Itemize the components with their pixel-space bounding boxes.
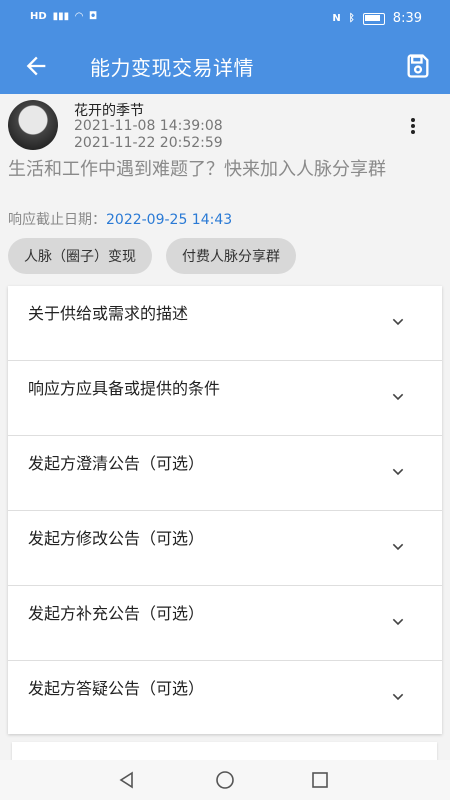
app-icon: ◘ [88, 11, 98, 22]
section-item[interactable]: 关于供给或需求的描述 [8, 286, 442, 361]
section-label: 发起方补充公告（可选） [28, 604, 205, 623]
avatar[interactable] [8, 100, 58, 150]
section-label: 发起方答疑公告（可选） [28, 679, 205, 698]
tag-chip[interactable]: 人脉（圈子）变现 [8, 238, 152, 274]
back-arrow-icon[interactable] [22, 52, 50, 80]
updated-time: 2021-11-22 20:52:59 [74, 135, 223, 151]
chevron-down-icon[interactable] [390, 389, 406, 405]
tag-list: 人脉（圈子）变现 付费人脉分享群 [8, 238, 296, 274]
more-options-icon[interactable] [410, 116, 416, 136]
tag-chip[interactable]: 付费人脉分享群 [166, 238, 296, 274]
bluetooth-icon: ᛒ [348, 13, 355, 24]
save-icon[interactable] [404, 52, 432, 80]
section-label: 发起方澄清公告（可选） [28, 454, 205, 473]
status-time: 8:39 [392, 11, 422, 26]
nav-home-icon[interactable] [215, 770, 235, 790]
deadline-value: 2022-09-25 14:43 [106, 212, 233, 228]
section-label: 发起方修改公告（可选） [28, 529, 205, 548]
status-right-icons: N ᛒ 8:39 [332, 11, 422, 26]
section-item[interactable]: 响应方应具备或提供的条件 [8, 361, 442, 436]
hd-icon: HD [30, 11, 47, 22]
page-title: 能力变现交易详情 [90, 56, 254, 80]
sections-card: 关于供给或需求的描述 响应方应具备或提供的条件 发起方澄清公告（可选） 发起方修… [8, 286, 442, 734]
deadline-row: 响应截止日期：2022-09-25 14:43 [8, 209, 232, 229]
section-item[interactable]: 发起方答疑公告（可选） [8, 661, 442, 735]
signal-icon: ▮▮▮ [52, 11, 70, 22]
chevron-down-icon[interactable] [390, 614, 406, 630]
created-time: 2021-11-08 14:39:08 [74, 118, 223, 134]
section-item[interactable]: 发起方修改公告（可选） [8, 511, 442, 586]
app-bar: 能力变现交易详情 [0, 38, 450, 94]
system-nav-bar [0, 760, 450, 800]
deadline-label: 响应截止日期： [8, 212, 106, 228]
author-name: 花开的季节 [74, 103, 144, 119]
nfc-icon: N [332, 13, 341, 24]
chevron-down-icon[interactable] [390, 539, 406, 555]
post-header: 花开的季节 2021-11-08 14:39:08 2021-11-22 20:… [0, 94, 450, 284]
section-label: 关于供给或需求的描述 [28, 304, 189, 323]
status-left-icons: HD ▮▮▮ ◠ ◘ [30, 11, 97, 22]
next-card-peek [12, 742, 437, 760]
post-headline: 生活和工作中遇到难题了？快来加入人脉分享群 [8, 159, 386, 180]
chevron-down-icon[interactable] [390, 689, 406, 705]
status-bar: HD ▮▮▮ ◠ ◘ N ᛒ 8:39 [0, 0, 450, 38]
chevron-down-icon[interactable] [390, 314, 406, 330]
battery-icon [362, 12, 385, 25]
section-item[interactable]: 发起方澄清公告（可选） [8, 436, 442, 511]
wifi-icon: ◠ [75, 11, 83, 22]
nav-back-icon[interactable] [117, 770, 137, 790]
nav-recents-icon[interactable] [310, 770, 330, 790]
chevron-down-icon[interactable] [390, 464, 406, 480]
section-item[interactable]: 发起方补充公告（可选） [8, 586, 442, 661]
section-label: 响应方应具备或提供的条件 [28, 379, 221, 398]
